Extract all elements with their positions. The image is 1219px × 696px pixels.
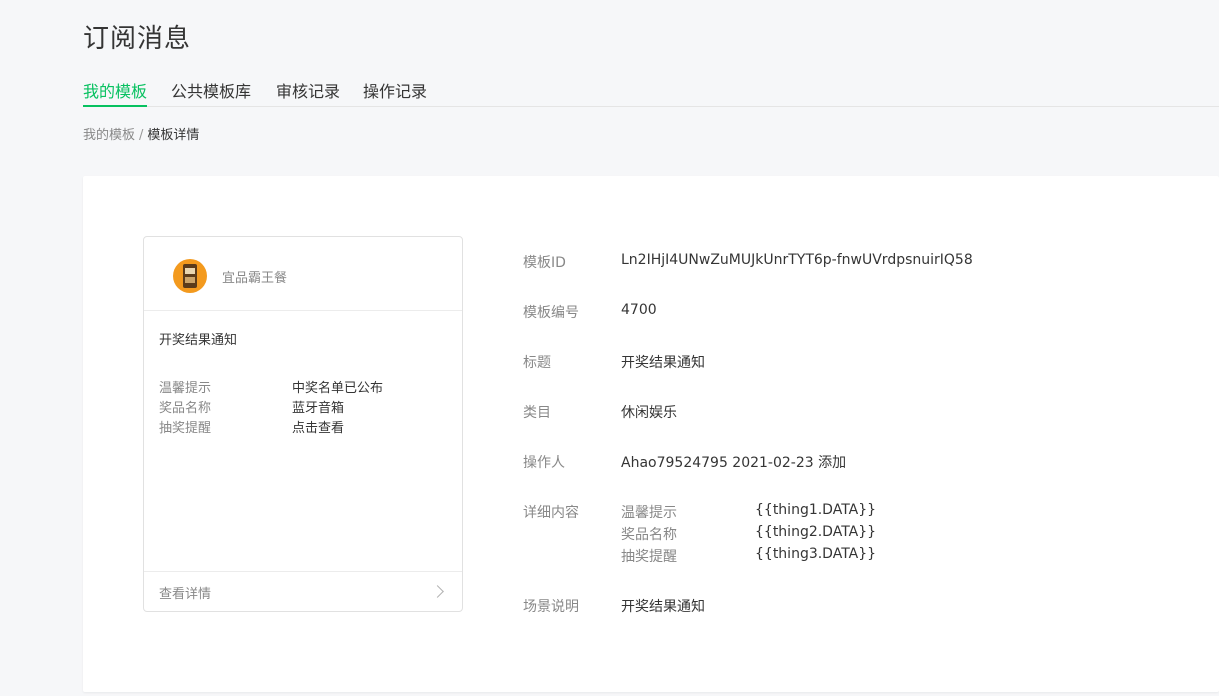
field-label: 类目 <box>523 405 551 421</box>
preview-header: 宜品霸王餐 <box>144 237 462 311</box>
title-value: 开奖结果通知 <box>621 355 705 371</box>
field-label: 模板ID <box>523 255 566 271</box>
tab-operation-records[interactable]: 操作记录 <box>363 78 427 107</box>
field-label: 操作人 <box>523 455 565 471</box>
tab-my-templates[interactable]: 我的模板 <box>83 78 148 107</box>
preview-row-value: 中奖名单已公布 <box>292 381 384 396</box>
preview-row-key: 抽奖提醒 <box>159 421 212 436</box>
preview-row-value: 蓝牙音箱 <box>292 401 345 416</box>
breadcrumb-separator: / <box>139 128 144 143</box>
breadcrumb-parent-link[interactable]: 我的模板 <box>83 128 135 143</box>
breadcrumb: 我的模板 / 模板详情 <box>83 124 199 143</box>
view-details-link[interactable]: 查看详情 <box>144 571 462 611</box>
page-title: 订阅消息 <box>83 24 192 54</box>
content-row-key: 温馨提示 <box>621 505 677 521</box>
field-label: 模板编号 <box>523 305 579 321</box>
preview-title: 开奖结果通知 <box>159 333 238 348</box>
content-row-key: 抽奖提醒 <box>621 549 677 565</box>
tab-public-library[interactable]: 公共模板库 <box>171 78 251 107</box>
content-row-value: {{thing1.DATA}} <box>755 502 877 518</box>
category-value: 休闲娱乐 <box>621 405 677 421</box>
template-id-value: Ln2IHjI4UNwZuMUJkUnrTYT6p-fnwUVrdpsnuirI… <box>621 252 973 268</box>
tab-bar: 我的模板 公共模板库 审核记录 操作记录 <box>83 78 1219 107</box>
field-label: 标题 <box>523 355 551 371</box>
operator-value: Ahao79524795 2021-02-23 添加 <box>621 455 847 471</box>
preview-row-key: 温馨提示 <box>159 381 212 396</box>
content-row-key: 奖品名称 <box>621 527 677 543</box>
message-preview: 宜品霸王餐 开奖结果通知 温馨提示 中奖名单已公布 奖品名称 蓝牙音箱 抽奖提醒… <box>143 236 463 612</box>
template-no-value: 4700 <box>621 302 657 318</box>
preview-row-key: 奖品名称 <box>159 401 212 416</box>
field-label: 详细内容 <box>523 505 579 521</box>
content-row-value: {{thing3.DATA}} <box>755 546 877 562</box>
template-detail-card: 宜品霸王餐 开奖结果通知 温馨提示 中奖名单已公布 奖品名称 蓝牙音箱 抽奖提醒… <box>83 176 1219 692</box>
scene-value: 开奖结果通知 <box>621 599 705 615</box>
chevron-right-icon <box>431 585 444 598</box>
breadcrumb-current: 模板详情 <box>147 128 200 143</box>
view-details-label: 查看详情 <box>159 587 212 602</box>
preview-row-value: 点击查看 <box>292 421 345 436</box>
field-label: 场景说明 <box>523 599 579 615</box>
preview-shop-name: 宜品霸王餐 <box>222 271 288 286</box>
avatar <box>173 259 207 293</box>
tab-review-records[interactable]: 审核记录 <box>276 78 340 107</box>
content-row-value: {{thing2.DATA}} <box>755 524 877 540</box>
